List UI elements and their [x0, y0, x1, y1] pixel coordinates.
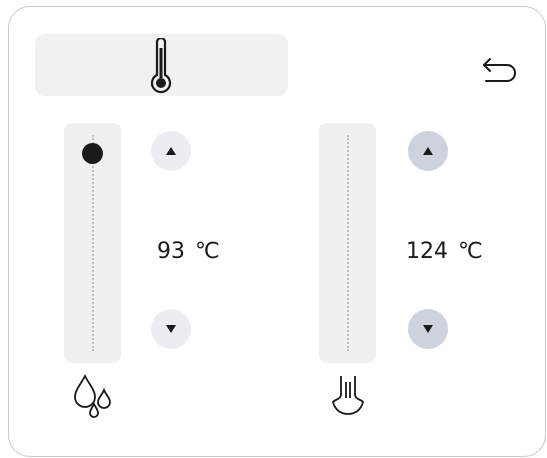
slider-thumb[interactable] [82, 143, 103, 165]
water-temp-down-button[interactable] [151, 309, 191, 349]
slider-track-dots [92, 135, 94, 351]
water-temp-value: 93 [157, 239, 185, 264]
steam-temp-readout: 124 ℃ [406, 239, 483, 264]
water-temp-unit: ℃ [195, 239, 220, 264]
triangle-down-icon [423, 325, 433, 333]
steam-temp-down-button[interactable] [408, 309, 448, 349]
steam-temp-unit: ℃ [458, 239, 483, 264]
water-temperature-slider[interactable] [64, 123, 121, 363]
steam-temp-value: 124 [406, 239, 448, 264]
steam-temperature-slider[interactable] [319, 123, 376, 363]
triangle-down-icon [166, 325, 176, 333]
water-drops-icon [74, 374, 111, 418]
thermometer-icon [150, 38, 172, 94]
back-undo-icon[interactable] [481, 49, 521, 89]
water-temp-readout: 93 ℃ [157, 239, 220, 264]
slider-track-dots [347, 135, 349, 351]
water-temp-up-button[interactable] [151, 131, 191, 171]
triangle-up-icon [166, 147, 176, 155]
steam-nozzle-icon [332, 376, 364, 415]
steam-temp-up-button[interactable] [408, 131, 448, 171]
triangle-up-icon [423, 147, 433, 155]
